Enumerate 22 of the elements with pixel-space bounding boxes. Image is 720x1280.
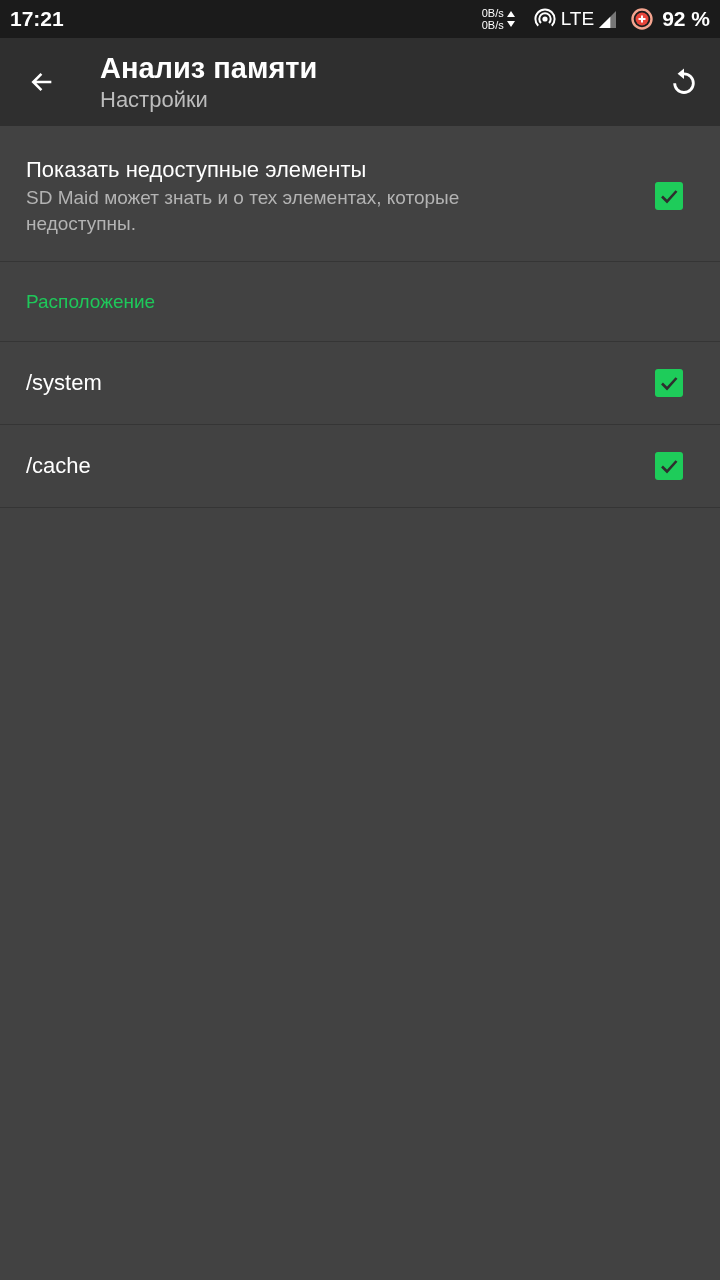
checkbox[interactable] xyxy=(655,181,683,210)
download-rate: 0B/s xyxy=(481,19,504,31)
upload-rate: 0B/s xyxy=(481,7,504,19)
preference-title: /cache xyxy=(26,452,92,480)
battery-saver-icon xyxy=(631,8,654,30)
network-type: LTE xyxy=(560,8,595,30)
battery-level: 92 % xyxy=(662,7,710,31)
checkbox[interactable] xyxy=(655,452,683,480)
reset-icon xyxy=(670,68,698,96)
preference-title: /system xyxy=(26,369,103,397)
preference-summary: SD Maid может знать и о тех элементах, которые недоступны. xyxy=(26,185,461,236)
signal-icon xyxy=(599,10,617,28)
preference-row[interactable]: /system xyxy=(0,342,720,425)
screen-title: Анализ памяти xyxy=(100,51,319,86)
checkbox[interactable] xyxy=(655,369,683,397)
category-header: Расположение xyxy=(26,290,156,313)
data-arrows-icon xyxy=(506,10,515,28)
clock-time: 17:21 xyxy=(10,7,64,31)
screen-subtitle: Настройки xyxy=(100,86,209,114)
preference-row[interactable]: /cache xyxy=(0,425,720,508)
preference-title: Показать недоступные элементы xyxy=(26,155,368,184)
preference-row[interactable]: Показать недоступные элементы SD Maid может знать и о тех элементах, которые недоступны. xyxy=(0,126,720,262)
